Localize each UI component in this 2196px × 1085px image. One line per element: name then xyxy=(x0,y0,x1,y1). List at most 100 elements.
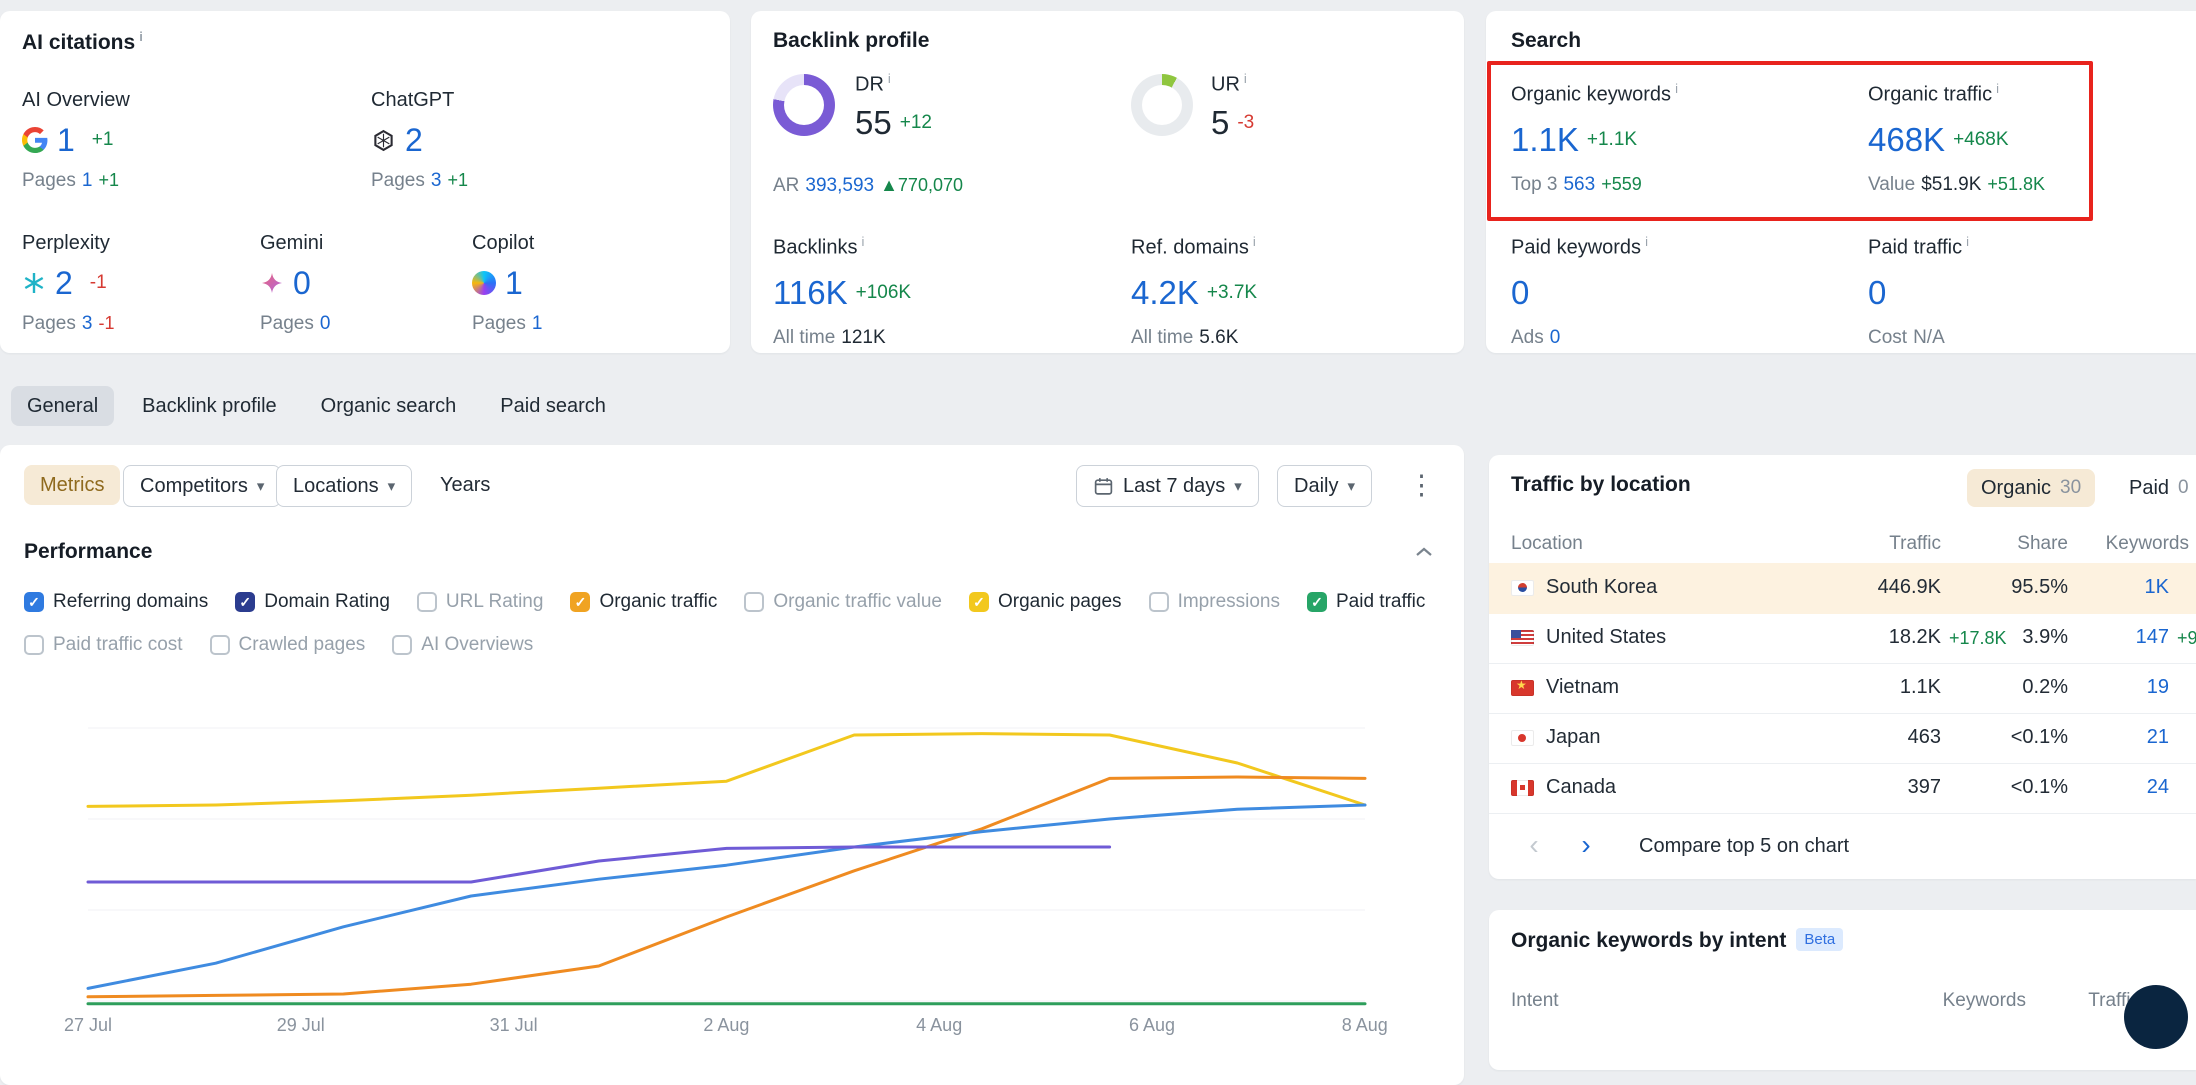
date-range-button[interactable]: Last 7 days▾ xyxy=(1076,465,1259,507)
pages-count[interactable]: 3 xyxy=(82,313,93,334)
country-name: Vietnam xyxy=(1546,676,1619,699)
info-icon: i xyxy=(139,29,143,44)
info-icon: i xyxy=(1253,234,1256,249)
prev-page-button[interactable]: ‹ xyxy=(1517,831,1551,859)
chevron-down-icon: ▾ xyxy=(257,477,265,495)
locations-button[interactable]: Locations▾ xyxy=(276,465,412,507)
toggle-organic-traffic[interactable]: Organic traffic xyxy=(570,591,717,613)
toggle-paid-traffic[interactable]: Paid traffic xyxy=(1307,591,1425,613)
pages-count[interactable]: 1 xyxy=(82,170,93,191)
tab-general[interactable]: General xyxy=(11,386,114,426)
metric-value[interactable]: 0 xyxy=(1511,276,1529,309)
share-value: 95.5% xyxy=(1984,576,2068,599)
table-row-canada[interactable]: Canada 397 <0.1% 24 xyxy=(1489,764,2196,814)
ar-row: AR393,593▲770,070 xyxy=(773,175,963,197)
keywords-link[interactable]: 147 xyxy=(2085,626,2169,649)
metric-value[interactable]: 0 xyxy=(1868,276,1886,309)
metric-value[interactable]: 1 xyxy=(57,124,75,156)
pages-count[interactable]: 1 xyxy=(532,313,543,334)
metrics-button[interactable]: Metrics xyxy=(24,465,120,505)
metric-value[interactable]: 1.1K xyxy=(1511,123,1579,156)
compare-top5-link[interactable]: Compare top 5 on chart xyxy=(1639,835,1849,858)
share-value: 0.2% xyxy=(1984,676,2068,699)
keywords-link[interactable]: 1K xyxy=(2085,576,2169,599)
toggle-impressions[interactable]: Impressions xyxy=(1149,591,1280,613)
top3-count[interactable]: 563 xyxy=(1563,174,1595,195)
column-header-traffic[interactable]: Traffic xyxy=(1821,533,1941,555)
x-axis-label: 6 Aug xyxy=(1112,1015,1192,1036)
ai-citation-perplexity: Perplexity 2 -1 Pages3-1 xyxy=(22,232,114,335)
metric-label: Organic traffic xyxy=(1868,84,1992,106)
toggle-domain-rating[interactable]: Domain Rating xyxy=(235,591,390,613)
metric-value[interactable]: 4.2K xyxy=(1131,276,1199,309)
column-header-keywords[interactable]: Keywords xyxy=(2085,533,2189,555)
ur-donut xyxy=(1131,74,1193,136)
chart-line-organic-pages xyxy=(88,734,1365,807)
toggle-paid-traffic-cost[interactable]: Paid traffic cost xyxy=(24,634,183,656)
metric-toggles-row-2: Paid traffic cost Crawled pages AI Overv… xyxy=(24,634,560,656)
country-name: Japan xyxy=(1546,726,1601,749)
info-icon: i xyxy=(1244,71,1247,86)
chat-widget-button[interactable] xyxy=(2124,985,2188,1049)
toggle-referring-domains[interactable]: Referring domains xyxy=(24,591,208,613)
collapse-section-button[interactable] xyxy=(1414,545,1434,559)
table-row-united-states[interactable]: United States 18.2K +17.8K 3.9% 147 +92 xyxy=(1489,614,2196,664)
granularity-button[interactable]: Daily▾ xyxy=(1277,465,1372,507)
flag-canada-icon xyxy=(1511,780,1534,796)
chart-line-referring-domains xyxy=(88,805,1365,988)
tab-organic-search[interactable]: Organic search xyxy=(305,386,473,426)
checkbox-icon xyxy=(24,635,44,655)
table-row-japan[interactable]: Japan 463 <0.1% 21 xyxy=(1489,714,2196,764)
metric-label: UR xyxy=(1211,74,1240,96)
column-header-intent: Intent xyxy=(1511,990,1559,1012)
metric-value[interactable]: 468K xyxy=(1868,123,1945,156)
share-value: 3.9% xyxy=(1984,626,2068,649)
up-arrow-icon: ▲ xyxy=(880,175,898,195)
paid-tab[interactable]: Paid0 xyxy=(2115,469,2196,507)
more-options-button[interactable]: ⋮ xyxy=(1400,465,1443,505)
metric-value[interactable]: 0 xyxy=(293,267,311,299)
chatgpt-icon xyxy=(371,128,396,153)
years-button[interactable]: Years xyxy=(424,465,506,505)
keywords-link[interactable]: 19 xyxy=(2085,676,2169,699)
competitors-button[interactable]: Competitors▾ xyxy=(123,465,281,507)
metric-label: Backlinks xyxy=(773,237,857,259)
metric-value[interactable]: 2 xyxy=(405,124,423,156)
toggle-url-rating[interactable]: URL Rating xyxy=(417,591,544,613)
metric-organic-keywords: Organic keywordsi 1.1K+1.1K Top 3563+559 xyxy=(1511,81,1678,196)
checkbox-icon xyxy=(1307,592,1327,612)
traffic-value: 18.2K xyxy=(1769,626,1941,649)
pages-count[interactable]: 0 xyxy=(320,313,331,334)
toggle-ai-overviews[interactable]: AI Overviews xyxy=(392,634,533,656)
share-value: <0.1% xyxy=(1984,726,2068,749)
metric-value[interactable]: 2 xyxy=(55,267,73,299)
table-row-south-korea[interactable]: South Korea 446.9K 95.5% 1K xyxy=(1489,563,2196,614)
next-page-button[interactable]: › xyxy=(1569,831,1603,859)
tab-paid-search[interactable]: Paid search xyxy=(484,386,622,426)
metric-value[interactable]: 116K xyxy=(773,276,848,309)
info-icon: i xyxy=(1645,234,1648,249)
column-header-keywords: Keywords xyxy=(1919,990,2026,1012)
keywords-link[interactable]: 24 xyxy=(2085,776,2169,799)
keywords-link[interactable]: 21 xyxy=(2085,726,2169,749)
tab-backlink-profile[interactable]: Backlink profile xyxy=(126,386,293,426)
toggle-crawled-pages[interactable]: Crawled pages xyxy=(210,634,366,656)
x-axis-label: 31 Jul xyxy=(474,1015,554,1036)
checkbox-icon xyxy=(1149,592,1169,612)
column-header-share[interactable]: Share xyxy=(1978,533,2068,555)
checkbox-icon xyxy=(210,635,230,655)
ar-value[interactable]: 393,593 xyxy=(805,175,874,196)
metric-value: 5 xyxy=(1211,106,1229,139)
ads-count[interactable]: 0 xyxy=(1550,327,1561,348)
x-axis-label: 29 Jul xyxy=(261,1015,341,1036)
metric-label: Organic keywords xyxy=(1511,84,1671,106)
toggle-organic-pages[interactable]: Organic pages xyxy=(969,591,1122,613)
pages-count[interactable]: 3 xyxy=(431,170,442,191)
toggle-organic-traffic-value[interactable]: Organic traffic value xyxy=(744,591,942,613)
backlink-profile-title: Backlink profile xyxy=(773,29,929,53)
table-row-vietnam[interactable]: Vietnam 1.1K 0.2% 19 xyxy=(1489,664,2196,714)
search-card: Search Organic keywordsi 1.1K+1.1K Top 3… xyxy=(1486,11,2196,353)
ai-citation-chatgpt: ChatGPT 2 Pages3+1 xyxy=(371,89,468,192)
metric-value[interactable]: 1 xyxy=(505,267,523,299)
organic-tab[interactable]: Organic30 xyxy=(1967,469,2095,507)
